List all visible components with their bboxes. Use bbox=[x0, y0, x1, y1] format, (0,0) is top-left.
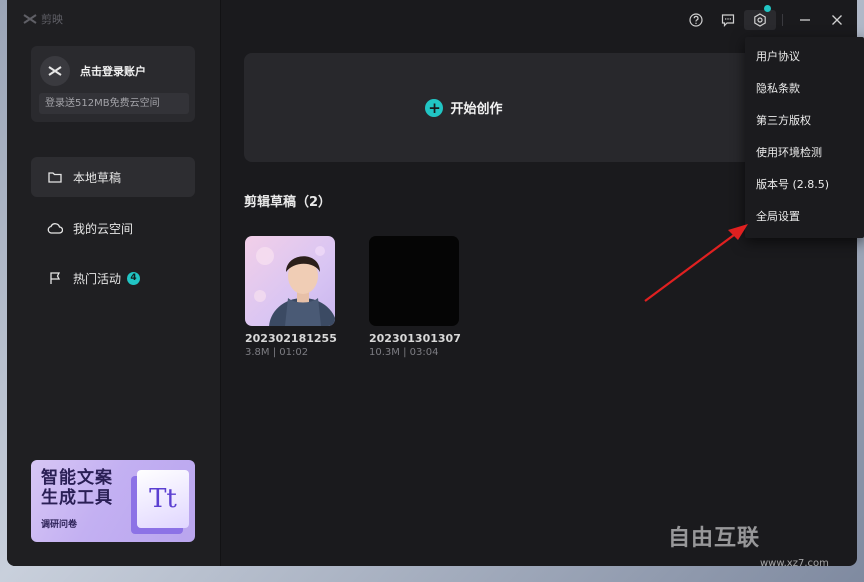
draft-card[interactable]: 202301301307 10.3M | 03:04 bbox=[369, 236, 461, 358]
portrait-image bbox=[254, 246, 335, 326]
nav-item-cloud-space[interactable]: 我的云空间 bbox=[31, 208, 195, 248]
draft-meta: 10.3M | 03:04 bbox=[369, 347, 439, 358]
avatar[interactable] bbox=[40, 56, 70, 86]
nav-item-local-drafts[interactable]: 本地草稿 bbox=[31, 157, 195, 197]
settings-button[interactable] bbox=[744, 5, 776, 30]
login-card[interactable]: 点击登录账户 登录送512MB免费云空间 bbox=[31, 46, 195, 122]
close-button[interactable] bbox=[821, 10, 853, 30]
draft-meta: 3.8M | 01:02 bbox=[245, 347, 309, 358]
menu-item-user-agreement[interactable]: 用户协议 bbox=[745, 41, 864, 73]
settings-dropdown-menu: 用户协议 隐私条款 第三方版权 使用环境检测 版本号 (2.8.5) 全局设置 bbox=[745, 37, 864, 238]
draft-name: 202301301307 bbox=[369, 332, 461, 345]
close-icon bbox=[832, 15, 842, 25]
text-tool-icon: Tt bbox=[137, 470, 189, 528]
watermark-url: www.xz7.com bbox=[760, 558, 829, 569]
app-window: 剪映 点击登录账户 登录送512MB免费云空间 本地草稿 我的云空间 热门活动 … bbox=[7, 0, 857, 566]
cloud-icon bbox=[47, 220, 63, 236]
folder-icon bbox=[47, 169, 63, 185]
flag-icon bbox=[47, 270, 63, 286]
menu-item-privacy-policy[interactable]: 隐私条款 bbox=[745, 73, 864, 105]
menu-item-global-settings[interactable]: 全局设置 bbox=[745, 201, 864, 233]
drafts-heading: 剪辑草稿（2） bbox=[244, 195, 332, 210]
promo-title: 智能文案 生成工具 bbox=[41, 468, 113, 508]
watermark-brand: 自由互联 bbox=[668, 526, 761, 551]
nav-label: 本地草稿 bbox=[73, 170, 122, 185]
titlebar-controls bbox=[680, 5, 857, 30]
nav-label: 我的云空间 bbox=[73, 221, 134, 236]
draft-card[interactable]: 202302181255 3.8M | 01:02 bbox=[245, 236, 337, 358]
menu-item-environment-check[interactable]: 使用环境检测 bbox=[745, 137, 864, 169]
activity-count-badge: 4 bbox=[127, 271, 141, 285]
app-name: 剪映 bbox=[41, 13, 63, 26]
feedback-icon bbox=[721, 14, 735, 27]
menu-item-third-party-copyright[interactable]: 第三方版权 bbox=[745, 105, 864, 137]
settings-icon bbox=[754, 13, 766, 27]
promo-line1: 智能文案 bbox=[41, 468, 113, 488]
capcut-avatar-icon bbox=[48, 66, 62, 76]
login-link[interactable]: 点击登录账户 bbox=[80, 63, 146, 79]
titlebar-divider bbox=[782, 14, 783, 26]
help-button[interactable] bbox=[680, 10, 712, 30]
capcut-logo-icon bbox=[23, 14, 37, 24]
minimize-icon bbox=[800, 19, 810, 21]
draft-thumbnail[interactable] bbox=[369, 236, 459, 326]
menu-item-version[interactable]: 版本号 (2.8.5) bbox=[745, 169, 864, 201]
cloud-storage-promo[interactable]: 登录送512MB免费云空间 bbox=[39, 93, 189, 114]
app-logo: 剪映 bbox=[23, 11, 63, 27]
minimize-button[interactable] bbox=[789, 10, 821, 30]
notification-dot bbox=[764, 5, 771, 12]
start-creation-content: + 开始创作 bbox=[425, 98, 503, 117]
sidebar: 剪映 点击登录账户 登录送512MB免费云空间 本地草稿 我的云空间 热门活动 … bbox=[7, 0, 221, 566]
plus-icon: + bbox=[425, 98, 444, 117]
start-creation-label: 开始创作 bbox=[450, 102, 503, 117]
help-icon bbox=[689, 13, 703, 27]
nav-item-hot-activities[interactable]: 热门活动 4 bbox=[31, 258, 195, 298]
draft-name: 202302181255 bbox=[245, 332, 337, 345]
draft-thumbnail[interactable] bbox=[245, 236, 335, 326]
feedback-button[interactable] bbox=[712, 10, 744, 30]
promo-line2: 生成工具 bbox=[41, 488, 113, 508]
promo-subtitle: 调研问卷 bbox=[41, 520, 78, 530]
promo-banner[interactable]: 智能文案 生成工具 调研问卷 Tt bbox=[31, 460, 195, 542]
nav-label: 热门活动 bbox=[73, 271, 122, 286]
